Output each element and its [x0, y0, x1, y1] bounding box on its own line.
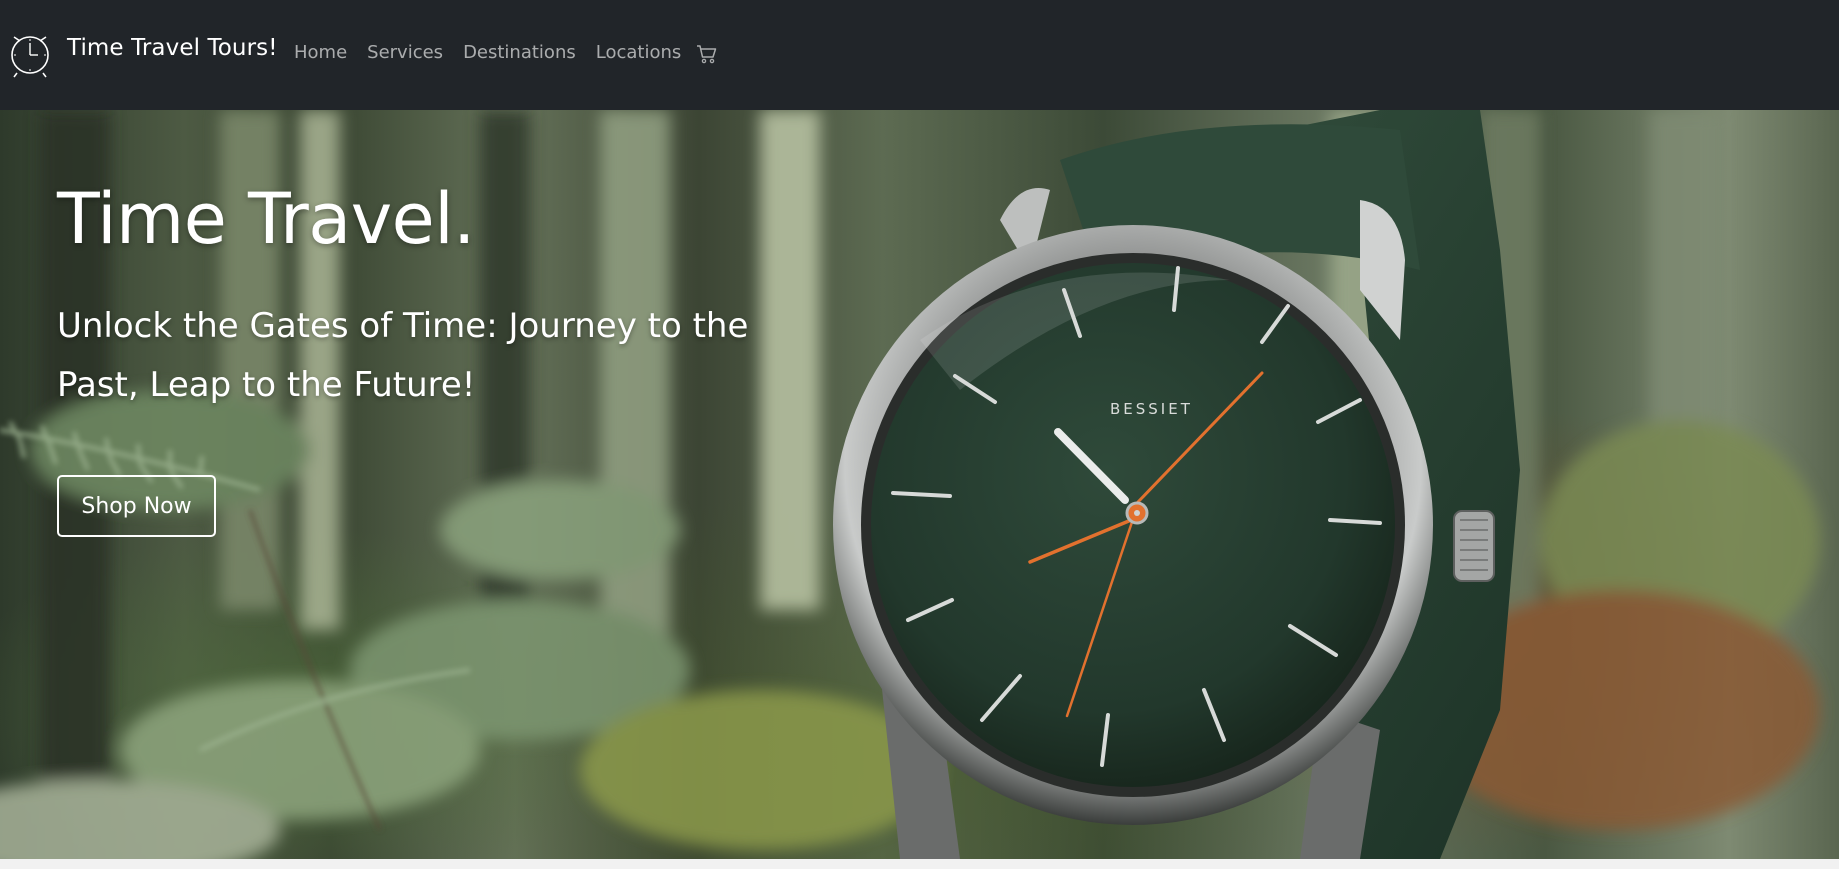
nav-link-services[interactable]: Services — [367, 42, 443, 63]
navbar: Time Travel Tours! Home Services Destina… — [0, 0, 1839, 110]
shop-now-button[interactable]: Shop Now — [57, 475, 216, 537]
hero-subtitle: Unlock the Gates of Time: Journey to the… — [57, 306, 749, 405]
nav-links: Home Services Destinations Locations — [294, 42, 701, 63]
alarm-clock-icon[interactable] — [8, 29, 52, 79]
nav-link-locations[interactable]: Locations — [596, 42, 682, 63]
hero-title: Time Travel. — [57, 178, 475, 260]
nav-link-home[interactable]: Home — [294, 42, 347, 63]
brand-name[interactable]: Time Travel Tours! — [67, 35, 278, 61]
nav-link-destinations[interactable]: Destinations — [463, 42, 576, 63]
cart-icon[interactable] — [696, 43, 718, 65]
watch-dial-text: BESSIET — [1110, 400, 1193, 418]
hero-section: BESSIET Time Travel. Unlock the Gates of… — [0, 110, 1839, 859]
page-bottom-divider — [0, 859, 1839, 869]
